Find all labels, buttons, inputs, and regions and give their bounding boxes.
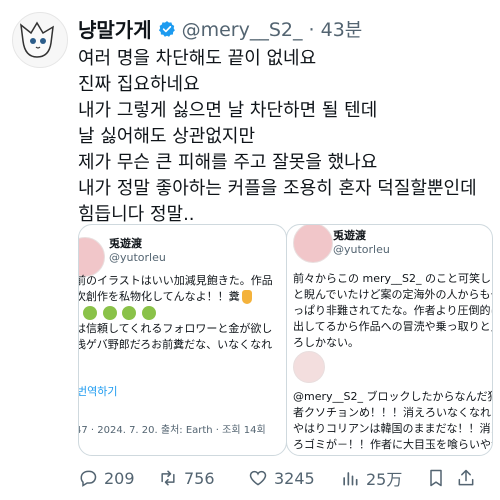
retweet-button[interactable]: 756 [158,468,248,488]
retweet-count: 756 [184,468,215,488]
reply-icon [80,470,97,487]
tweet-line: 내가 그렇게 싫으면 날 차단하면 될 텐데 [78,100,378,121]
quoted-user-name: 兎遊渡 [109,237,142,250]
translate-link[interactable]: 번역하기 [79,383,117,399]
quoted-text-line: 者クソチョンめ！！！消えろいなくなれクズ [293,406,493,419]
tweet-actions: 209 756 3245 25万 [78,466,498,490]
quoted-text-line: やはりコリアンは韓国のままだな！！消えろ [293,422,493,435]
quoted-user-avatar [79,237,105,277]
handle-and-time[interactable]: @mery__S2_ · 43분 [182,15,363,42]
quoted-text-line: と睨んでいたけど案の定海外の人からもや [293,288,493,301]
bookmark-icon [430,469,442,487]
display-name[interactable]: 냥말가게 [78,14,152,43]
verified-badge-icon [158,20,175,37]
tweet-header: 냥말가게 @mery__S2_ · 43분 [78,14,362,43]
quoted-text-line: ろしかない。 [293,336,359,349]
quoted-text-line: ろゴミが－！！作者に大目玉を喰らいやが [293,438,493,451]
quoted-text-line: @mery__S2_ ブロックしたからなんだ犯罪 [293,390,493,403]
image-right[interactable]: 兎遊渡 @yutorleu 前々からこの mery__S2_ のこと可笑しい と… [286,224,493,456]
views-button[interactable]: 25万 [340,466,426,490]
reply-count: 209 [104,468,135,488]
reply-user-avatar [293,351,325,383]
image-left[interactable]: 兎遊渡 @yutorleu 前のイラストはいい加減見飽きた。作品 次創作を私物化… [78,224,287,456]
quoted-text-line: 出してるから作品への冒涜や乗っ取りと見 [293,320,493,333]
quoted-user-avatar [293,225,333,263]
quoted-meta: 47 · 2024. 7. 20. 출처: Earth · 조회 14회 [78,425,266,436]
tweet-line: 여러 명을 차단해도 끝이 없네요 [78,48,317,69]
tweet-line: 진짜 집요하네요 [78,74,200,95]
nauseated-face-emoji-icon [122,306,136,320]
quoted-text-line: 前のイラストはいい加減見飽きた。作品 [78,274,273,287]
like-button[interactable]: 3245 [248,468,340,488]
nauseated-face-emoji-icon [141,306,156,320]
retweet-icon [161,470,175,486]
tweet-body: 여러 명을 차단해도 끝이 없네요 진짜 집요하네요 내가 그렇게 싫으면 날 … [78,46,488,228]
share-button[interactable] [456,468,486,488]
heart-icon [249,470,267,486]
quoted-user-name: 兎遊渡 [333,229,366,242]
quoted-user-handle: @yutorleu [333,243,390,256]
like-count: 3245 [274,468,315,488]
view-count: 25万 [366,470,403,489]
quoted-text-line: は信頼してくれるフォロワーと金が欲し [78,322,273,335]
share-icon [458,469,474,486]
nauseated-face-emoji-icon [83,306,97,320]
quoted-text-line: 前々からこの mery__S2_ のこと可笑しい [293,272,493,285]
quoted-emoji-row [79,305,273,321]
quoted-text-line: 次創作を私物化してんなよ！！糞 [79,289,273,305]
tweet-line: 내가 정말 좋아하는 커플을 조용히 혼자 덕질할뿐인데 [78,178,477,199]
nauseated-face-emoji-icon [102,306,117,320]
bookmark-button[interactable] [426,468,456,488]
tweet-line: 제가 무슨 큰 피해를 주고 잘못을 했나요 [78,152,378,173]
reply-button[interactable]: 209 [78,468,158,488]
middle-finger-emoji-icon [241,290,252,304]
quoted-text-line: っぱり非難されてたな。作者より圧倒的に [293,304,493,317]
quoted-user-handle: @yutorleu [109,251,166,264]
quoted-text-line: 浅ゲバ野郎だろお前糞だな、いなくなれ [78,338,273,351]
views-chart-icon [343,472,358,486]
user-avatar[interactable] [12,12,68,68]
tweet-line: 날 싫어해도 상관없지만 [78,126,256,147]
cat-avatar-illustration [20,21,54,58]
